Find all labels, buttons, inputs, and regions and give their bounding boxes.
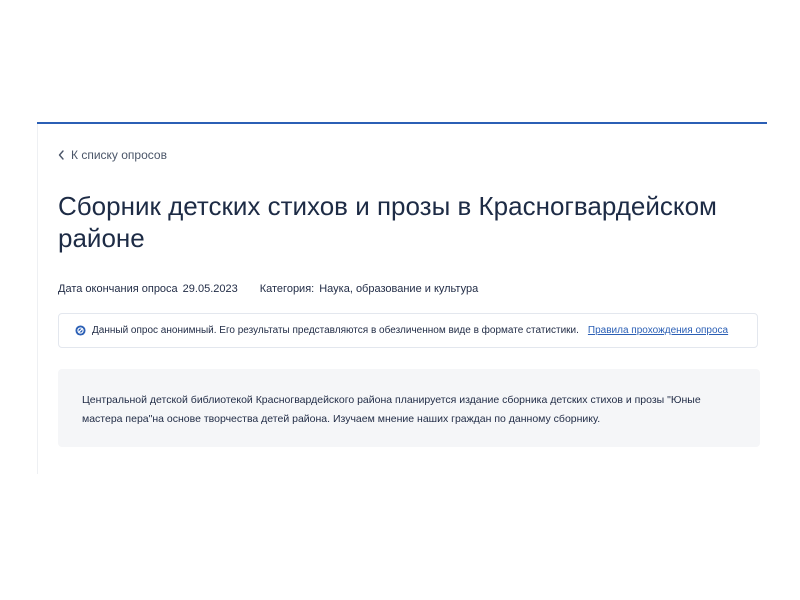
page-title: Сборник детских стихов и прозы в Красног…	[58, 191, 717, 253]
survey-page: К списку опросов Сборник детских стихов …	[0, 0, 800, 600]
end-date-value: 29.05.2023	[182, 283, 238, 295]
end-date-label: Дата окончания опроса	[58, 283, 178, 295]
survey-rules-link[interactable]: Правила прохождения опроса	[588, 325, 728, 336]
anonymous-notice: Данный опрос анонимный. Его результаты п…	[58, 313, 758, 348]
category-value: Наука, образование и культура	[319, 283, 479, 295]
left-divider	[37, 124, 38, 474]
top-divider	[37, 122, 767, 124]
back-to-surveys-link[interactable]: К списку опросов	[58, 147, 167, 163]
anonymous-icon	[75, 325, 86, 336]
end-date: Дата окончания опроса 29.05.2023	[58, 283, 238, 295]
notice-text: Данный опрос анонимный. Его результаты п…	[92, 325, 579, 336]
category: Категория: Наука, образование и культура	[260, 283, 478, 295]
category-label: Категория:	[259, 283, 315, 295]
survey-description: Центральной детской библиотекой Красногв…	[58, 369, 760, 447]
back-link-label: К списку опросов	[71, 148, 167, 162]
chevron-left-icon	[58, 150, 64, 160]
survey-meta: Дата окончания опроса 29.05.2023 Категор…	[58, 283, 478, 295]
